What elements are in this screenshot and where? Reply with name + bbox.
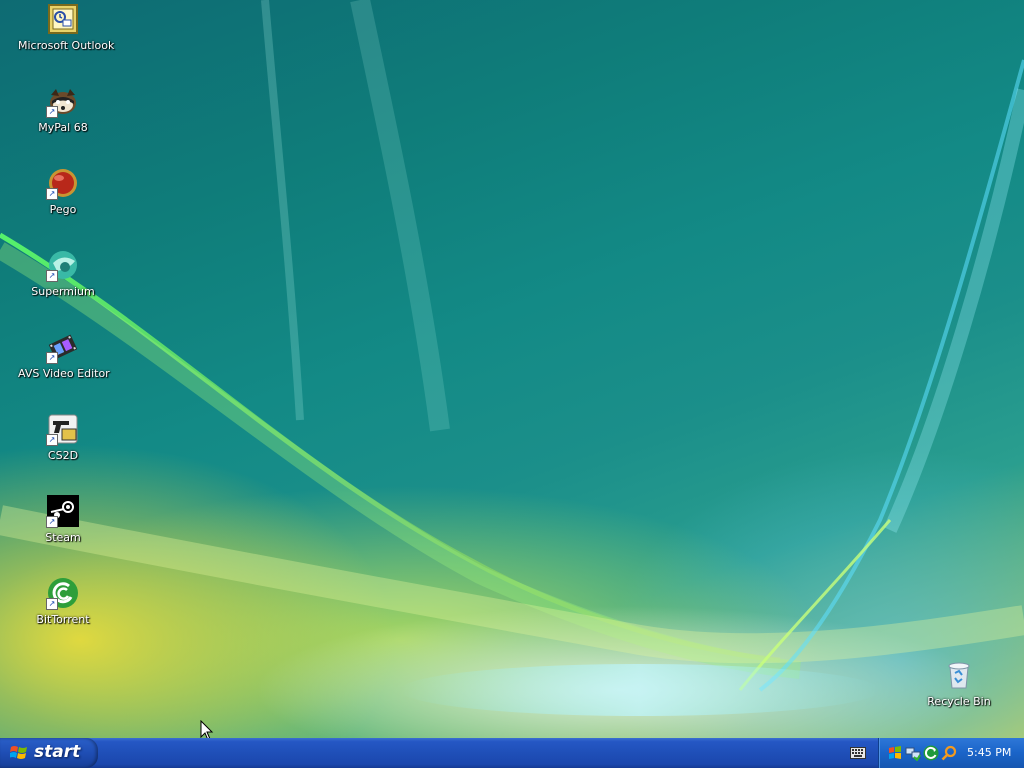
search-icon[interactable] (941, 745, 957, 761)
desktop-icon-pego[interactable]: ↗ Pego (18, 167, 108, 216)
outlook-icon (47, 3, 79, 35)
network-icon[interactable] (905, 745, 921, 761)
mypal-icon: ↗ (46, 85, 79, 118)
desktop-icon-microsoft-outlook[interactable]: Microsoft Outlook (18, 3, 115, 52)
shortcut-arrow-icon: ↗ (46, 352, 58, 364)
pego-icon: ↗ (46, 167, 79, 200)
desktop-icon-recycle-bin[interactable]: Recycle Bin (914, 659, 1004, 708)
wallpaper-streaks-icon (0, 0, 1024, 716)
desktop-icon-steam[interactable]: ↗ Steam (18, 495, 108, 544)
icon-label: Microsoft Outlook (18, 39, 115, 52)
icon-label: Pego (49, 203, 77, 216)
mouse-cursor-icon (200, 720, 214, 738)
shortcut-arrow-icon: ↗ (46, 598, 58, 610)
update-icon[interactable] (923, 745, 939, 761)
windows-flag-icon[interactable] (887, 745, 903, 761)
film-icon: ↗ (46, 331, 79, 364)
icon-label: Steam (45, 531, 81, 544)
cs2d-icon: ↗ (46, 413, 79, 446)
steam-icon: ↗ (46, 495, 79, 528)
shortcut-arrow-icon: ↗ (46, 106, 58, 118)
shortcut-arrow-icon: ↗ (46, 434, 58, 446)
shortcut-arrow-icon: ↗ (46, 188, 58, 200)
start-button[interactable]: start (0, 738, 98, 768)
icon-label: BitTorrent (36, 613, 90, 626)
desktop-icon-cs2d[interactable]: ↗ CS2D (18, 413, 108, 462)
shortcut-arrow-icon: ↗ (46, 270, 58, 282)
shortcut-arrow-icon: ↗ (46, 516, 58, 528)
desktop-icon-supermium[interactable]: ↗ Supermium (18, 249, 108, 298)
icon-label: MyPal 68 (38, 121, 88, 134)
recycle-bin-icon (943, 659, 975, 691)
windows-logo-icon (10, 746, 27, 759)
desktop-icon-avs-video-editor[interactable]: ↗ AVS Video Editor (18, 331, 110, 380)
keyboard-icon[interactable] (850, 747, 866, 759)
clock[interactable]: 5:45 PM (967, 746, 1011, 759)
icon-label: Supermium (31, 285, 95, 298)
icon-label: Recycle Bin (927, 695, 991, 708)
system-tray: 5:45 PM (878, 738, 1024, 768)
taskbar: start 5:45 PM (0, 738, 1024, 768)
icon-label: AVS Video Editor (18, 367, 110, 380)
icon-label: CS2D (47, 449, 79, 462)
bittorrent-icon: ↗ (46, 577, 79, 610)
desktop[interactable]: Microsoft Outlook ↗ MyPal 68 ↗ Pego ↗ Su… (0, 0, 1024, 738)
desktop-icon-bittorrent[interactable]: ↗ BitTorrent (18, 577, 108, 626)
start-label: start (34, 742, 81, 762)
desktop-icon-mypal[interactable]: ↗ MyPal 68 (18, 85, 108, 134)
supermium-icon: ↗ (46, 249, 79, 282)
